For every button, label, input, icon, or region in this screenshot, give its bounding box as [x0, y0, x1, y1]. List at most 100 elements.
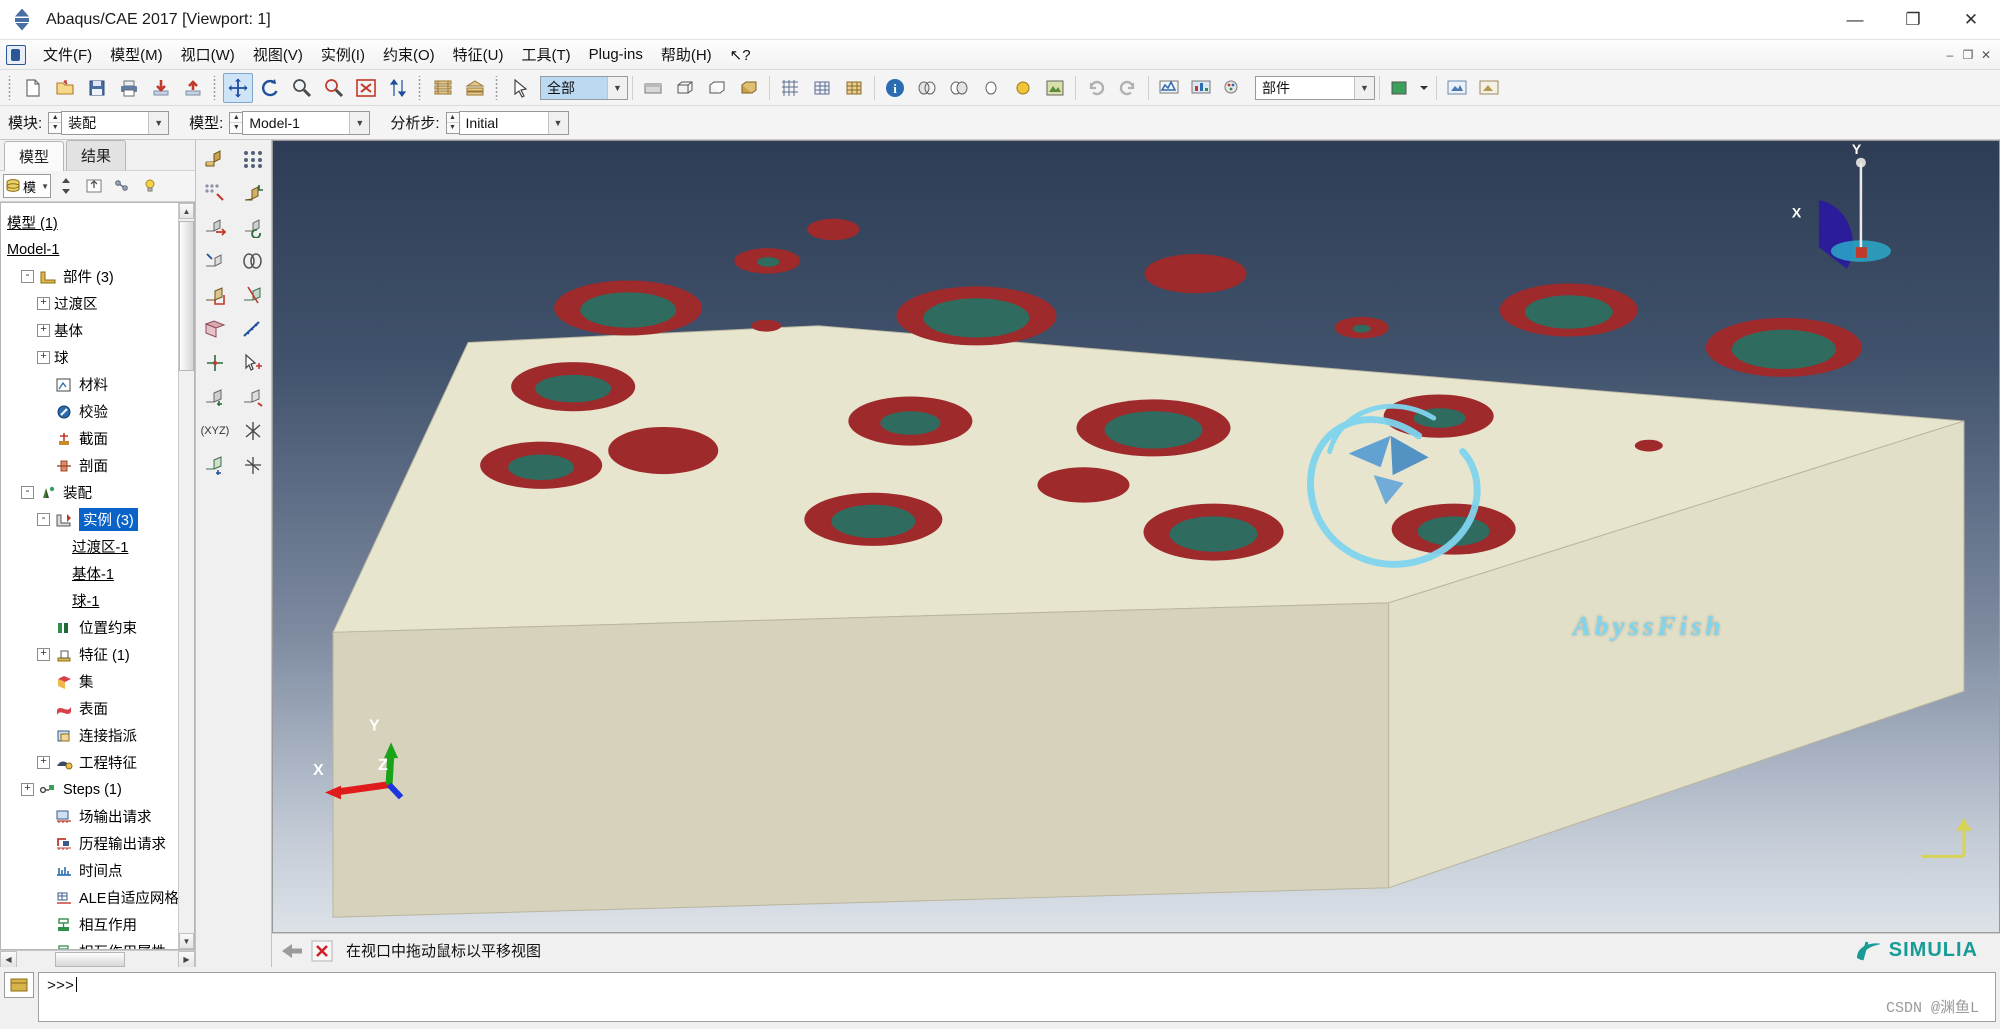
tree-item[interactable]: Model-1 [7, 236, 178, 263]
scroll-right-arrow-icon[interactable]: ▶ [178, 950, 195, 968]
menu-instance[interactable]: 实例(I) [312, 41, 374, 68]
expand-toggle-icon[interactable]: + [37, 297, 50, 310]
radial-pattern-icon[interactable] [236, 178, 270, 208]
info-icon[interactable]: i [880, 73, 910, 103]
scroll-down-arrow-icon[interactable]: ▼ [179, 933, 194, 949]
monitor-job-icon[interactable] [1154, 73, 1184, 103]
toolbar-grip-2[interactable] [212, 75, 219, 100]
datum-plane-icon[interactable] [198, 450, 232, 480]
expand-toggle-icon[interactable]: + [21, 783, 34, 796]
color-code-icon[interactable] [1218, 73, 1248, 103]
minimize-button[interactable]: — [1826, 0, 1884, 40]
linear-pattern-icon[interactable] [198, 178, 232, 208]
toolbar-grip[interactable] [7, 75, 14, 100]
collapse-toggle-icon[interactable]: - [21, 486, 34, 499]
partition-icon[interactable] [236, 280, 270, 310]
tree-item[interactable]: + 基体 [7, 317, 178, 344]
tree-item[interactable]: - 实例 (3) [7, 506, 178, 533]
collapse-toggle-icon[interactable]: - [37, 513, 50, 526]
menu-plugins[interactable]: Plug-ins [580, 43, 652, 66]
expand-toggle-icon[interactable]: + [37, 648, 50, 661]
rotate-instance-icon[interactable] [236, 212, 270, 242]
collapse-toggle-icon[interactable]: - [21, 270, 34, 283]
display-group-all-icon[interactable] [912, 73, 942, 103]
tree-item[interactable]: - 装配 [7, 479, 178, 506]
export-icon[interactable] [178, 73, 208, 103]
tree-link-icon[interactable] [109, 173, 135, 199]
mesh-part-icon[interactable] [807, 73, 837, 103]
menu-help[interactable]: 帮助(H) [652, 41, 721, 68]
tree-item[interactable]: - 部件 (3) [7, 263, 178, 290]
merge-cut-icon[interactable] [198, 280, 232, 310]
results-icon[interactable] [1186, 73, 1216, 103]
sort-updown-icon[interactable] [383, 73, 413, 103]
render-wireframe-icon[interactable] [670, 73, 700, 103]
tab-results[interactable]: 结果 [66, 140, 127, 170]
save-icon[interactable] [82, 73, 112, 103]
module-combo[interactable]: 装配 ▼ [61, 110, 170, 135]
zoom-box-icon[interactable] [351, 73, 381, 103]
tab-model[interactable]: 模型 [4, 141, 65, 171]
h-scroll-thumb[interactable] [55, 951, 125, 967]
show-part-icon[interactable] [1442, 73, 1472, 103]
step-combo[interactable]: Initial ▼ [458, 110, 569, 135]
link-instances-icon[interactable] [236, 246, 270, 276]
tree-item[interactable]: 历程输出请求 [7, 830, 178, 857]
maximize-button[interactable]: ❐ [1884, 0, 1942, 40]
display-group-highlight-icon[interactable] [1040, 73, 1070, 103]
datum-csys-icon[interactable]: (XYZ) [198, 416, 232, 446]
tree-item[interactable]: 集 [7, 668, 178, 695]
color-code-target-combo[interactable]: 部件 ▼ [1255, 75, 1375, 100]
tree-item[interactable]: 位置约束 [7, 614, 178, 641]
translate-instance-icon[interactable] [198, 212, 232, 242]
select-cursor-icon[interactable] [505, 73, 535, 103]
chevron-down-icon-tree[interactable]: ▼ [41, 182, 49, 191]
chevron-down-icon-2[interactable]: ▼ [1354, 76, 1374, 99]
display-group-remove-icon[interactable] [976, 73, 1006, 103]
constraint-face-icon[interactable] [236, 382, 270, 412]
tree-item[interactable]: 相互作用 [7, 911, 178, 938]
redo-icon[interactable] [1113, 73, 1143, 103]
rotate-icon[interactable] [255, 73, 285, 103]
scroll-thumb[interactable] [179, 221, 194, 371]
tree-item[interactable]: ALE自适应网格 [7, 884, 178, 911]
zoom-in-icon[interactable] [287, 73, 317, 103]
render-filled-icon[interactable] [734, 73, 764, 103]
display-group-replace-icon[interactable] [944, 73, 974, 103]
chevron-down-icon-module[interactable]: ▼ [148, 111, 169, 134]
mesh-region-icon[interactable] [839, 73, 869, 103]
pan-icon[interactable] [223, 72, 253, 103]
cancel-x-icon[interactable] [308, 938, 336, 964]
undo-icon[interactable] [1081, 73, 1111, 103]
query-icon[interactable] [236, 348, 270, 378]
create-pattern-icon[interactable] [236, 144, 270, 174]
scroll-up-arrow-icon[interactable]: ▲ [179, 203, 194, 219]
selection-filter-combo[interactable]: 全部 ▼ [540, 75, 628, 100]
tree-item[interactable]: 时间点 [7, 857, 178, 884]
layer-stack-icon[interactable] [428, 73, 458, 103]
measure-icon[interactable] [236, 314, 270, 344]
tree-item[interactable]: 材料 [7, 371, 178, 398]
module-spinner[interactable]: ▲ ▼ [48, 111, 62, 134]
tree-item[interactable]: + 特征 (1) [7, 641, 178, 668]
model-spinner[interactable]: ▲ ▼ [229, 111, 243, 134]
step-spinner[interactable]: ▲ ▼ [445, 111, 459, 134]
constraint-coaxial-icon[interactable] [198, 382, 232, 412]
command-line-input[interactable]: >>> CSDN @渊鱼L [38, 972, 1996, 1022]
mdi-minimize-button[interactable]: – [1942, 47, 1958, 63]
render-hidden-icon[interactable] [702, 73, 732, 103]
tree-item[interactable]: 相互作用属性 [7, 938, 178, 949]
menu-file[interactable]: 文件(F) [34, 41, 101, 68]
tree-item[interactable]: 基体-1 [7, 560, 178, 587]
menu-tools[interactable]: 工具(T) [512, 41, 579, 68]
tree-item[interactable]: 剖面 [7, 452, 178, 479]
set-icon[interactable] [198, 314, 232, 344]
display-group-intersect-icon[interactable] [1008, 73, 1038, 103]
context-help-icon[interactable]: ↖? [721, 43, 760, 67]
tree-filter-icon[interactable] [81, 173, 107, 199]
expand-toggle-icon[interactable]: + [37, 324, 50, 337]
menu-viewport[interactable]: 视口(W) [172, 41, 244, 68]
scroll-left-arrow-icon[interactable]: ◀ [0, 950, 17, 968]
palette-dropdown-icon[interactable] [1417, 73, 1431, 103]
import-icon[interactable] [146, 73, 176, 103]
